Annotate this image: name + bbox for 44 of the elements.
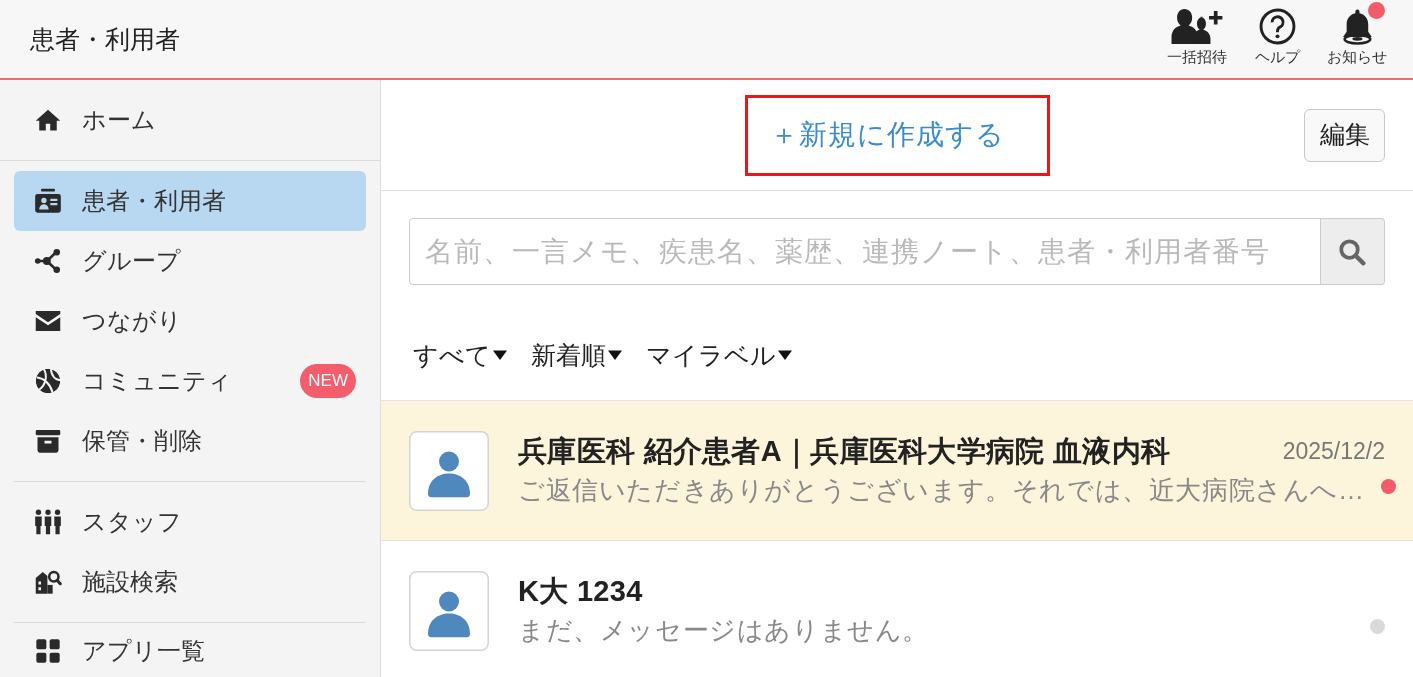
sidebar-item[interactable]: コミュニティ NEW	[14, 351, 366, 411]
conversation-row[interactable]: K大 1234 まだ、メッセージはありません。	[381, 541, 1413, 677]
caret-icon	[778, 350, 792, 360]
people-icon	[34, 508, 62, 536]
grid-icon	[34, 637, 62, 665]
filter-dropdown[interactable]: マイラベル	[646, 340, 792, 370]
caret-icon	[608, 350, 622, 360]
sidebar-item[interactable]: ホーム	[14, 90, 366, 150]
sidebar-item[interactable]: つながり	[14, 291, 366, 351]
sidebar-item[interactable]: 保管・削除	[14, 411, 366, 471]
bulk-invite-button[interactable]: 一括招待	[1157, 1, 1237, 66]
share-nodes-icon	[34, 247, 62, 275]
caret-icon	[493, 350, 507, 360]
building-search-icon	[34, 568, 62, 596]
conversation-title: K大 1234	[518, 574, 643, 610]
filter-dropdown[interactable]: 新着順	[531, 340, 622, 370]
sidebar-item[interactable]: グループ	[14, 231, 366, 291]
sidebar-item[interactable]: スタッフ	[14, 492, 366, 552]
id-card-icon	[34, 187, 62, 215]
bell-icon	[1340, 8, 1374, 45]
globe-icon	[34, 367, 62, 395]
conversation-title: 兵庫医科 紹介患者A｜兵庫医科大学病院 血液内科	[518, 434, 1171, 471]
sidebar-item[interactable]: アプリ一覧	[14, 629, 366, 673]
filter-dropdown[interactable]: すべて	[413, 340, 507, 370]
search-icon	[1337, 236, 1367, 267]
search-button[interactable]	[1320, 218, 1385, 285]
page-title: 患者・利用者	[30, 24, 180, 54]
help-icon	[1258, 8, 1296, 45]
edit-button[interactable]: 編集	[1304, 108, 1385, 162]
sidebar-item[interactable]: 患者・利用者	[14, 171, 366, 231]
conversation-row[interactable]: 兵庫医科 紹介患者A｜兵庫医科大学病院 血液内科 2025/12/2 ご返信いただきありがとうございます。それでは、近大病院さんへ…	[381, 401, 1413, 541]
message-preview: まだ、メッセージはありません。	[518, 613, 929, 647]
person-avatar-icon	[409, 430, 489, 511]
conversation-date: 2025/12/2	[1282, 437, 1385, 467]
notifications-button[interactable]: お知らせ	[1317, 1, 1397, 66]
message-preview: ご返信いただきありがとうございます。それでは、近大病院さんへ…	[518, 473, 1365, 507]
archive-box-icon	[34, 427, 62, 455]
people-add-icon	[1171, 8, 1223, 45]
new-tag: NEW	[300, 363, 356, 399]
sidebar-item[interactable]: 施設検索	[14, 552, 366, 612]
help-button[interactable]: ヘルプ	[1237, 1, 1317, 66]
person-avatar-icon	[409, 570, 489, 651]
search-field[interactable]: 名前、一言メモ、疾患名、薬歴、連携ノート、患者・利用者番号	[409, 218, 1321, 285]
create-new-link[interactable]: ＋新規に作成する	[769, 114, 1005, 156]
